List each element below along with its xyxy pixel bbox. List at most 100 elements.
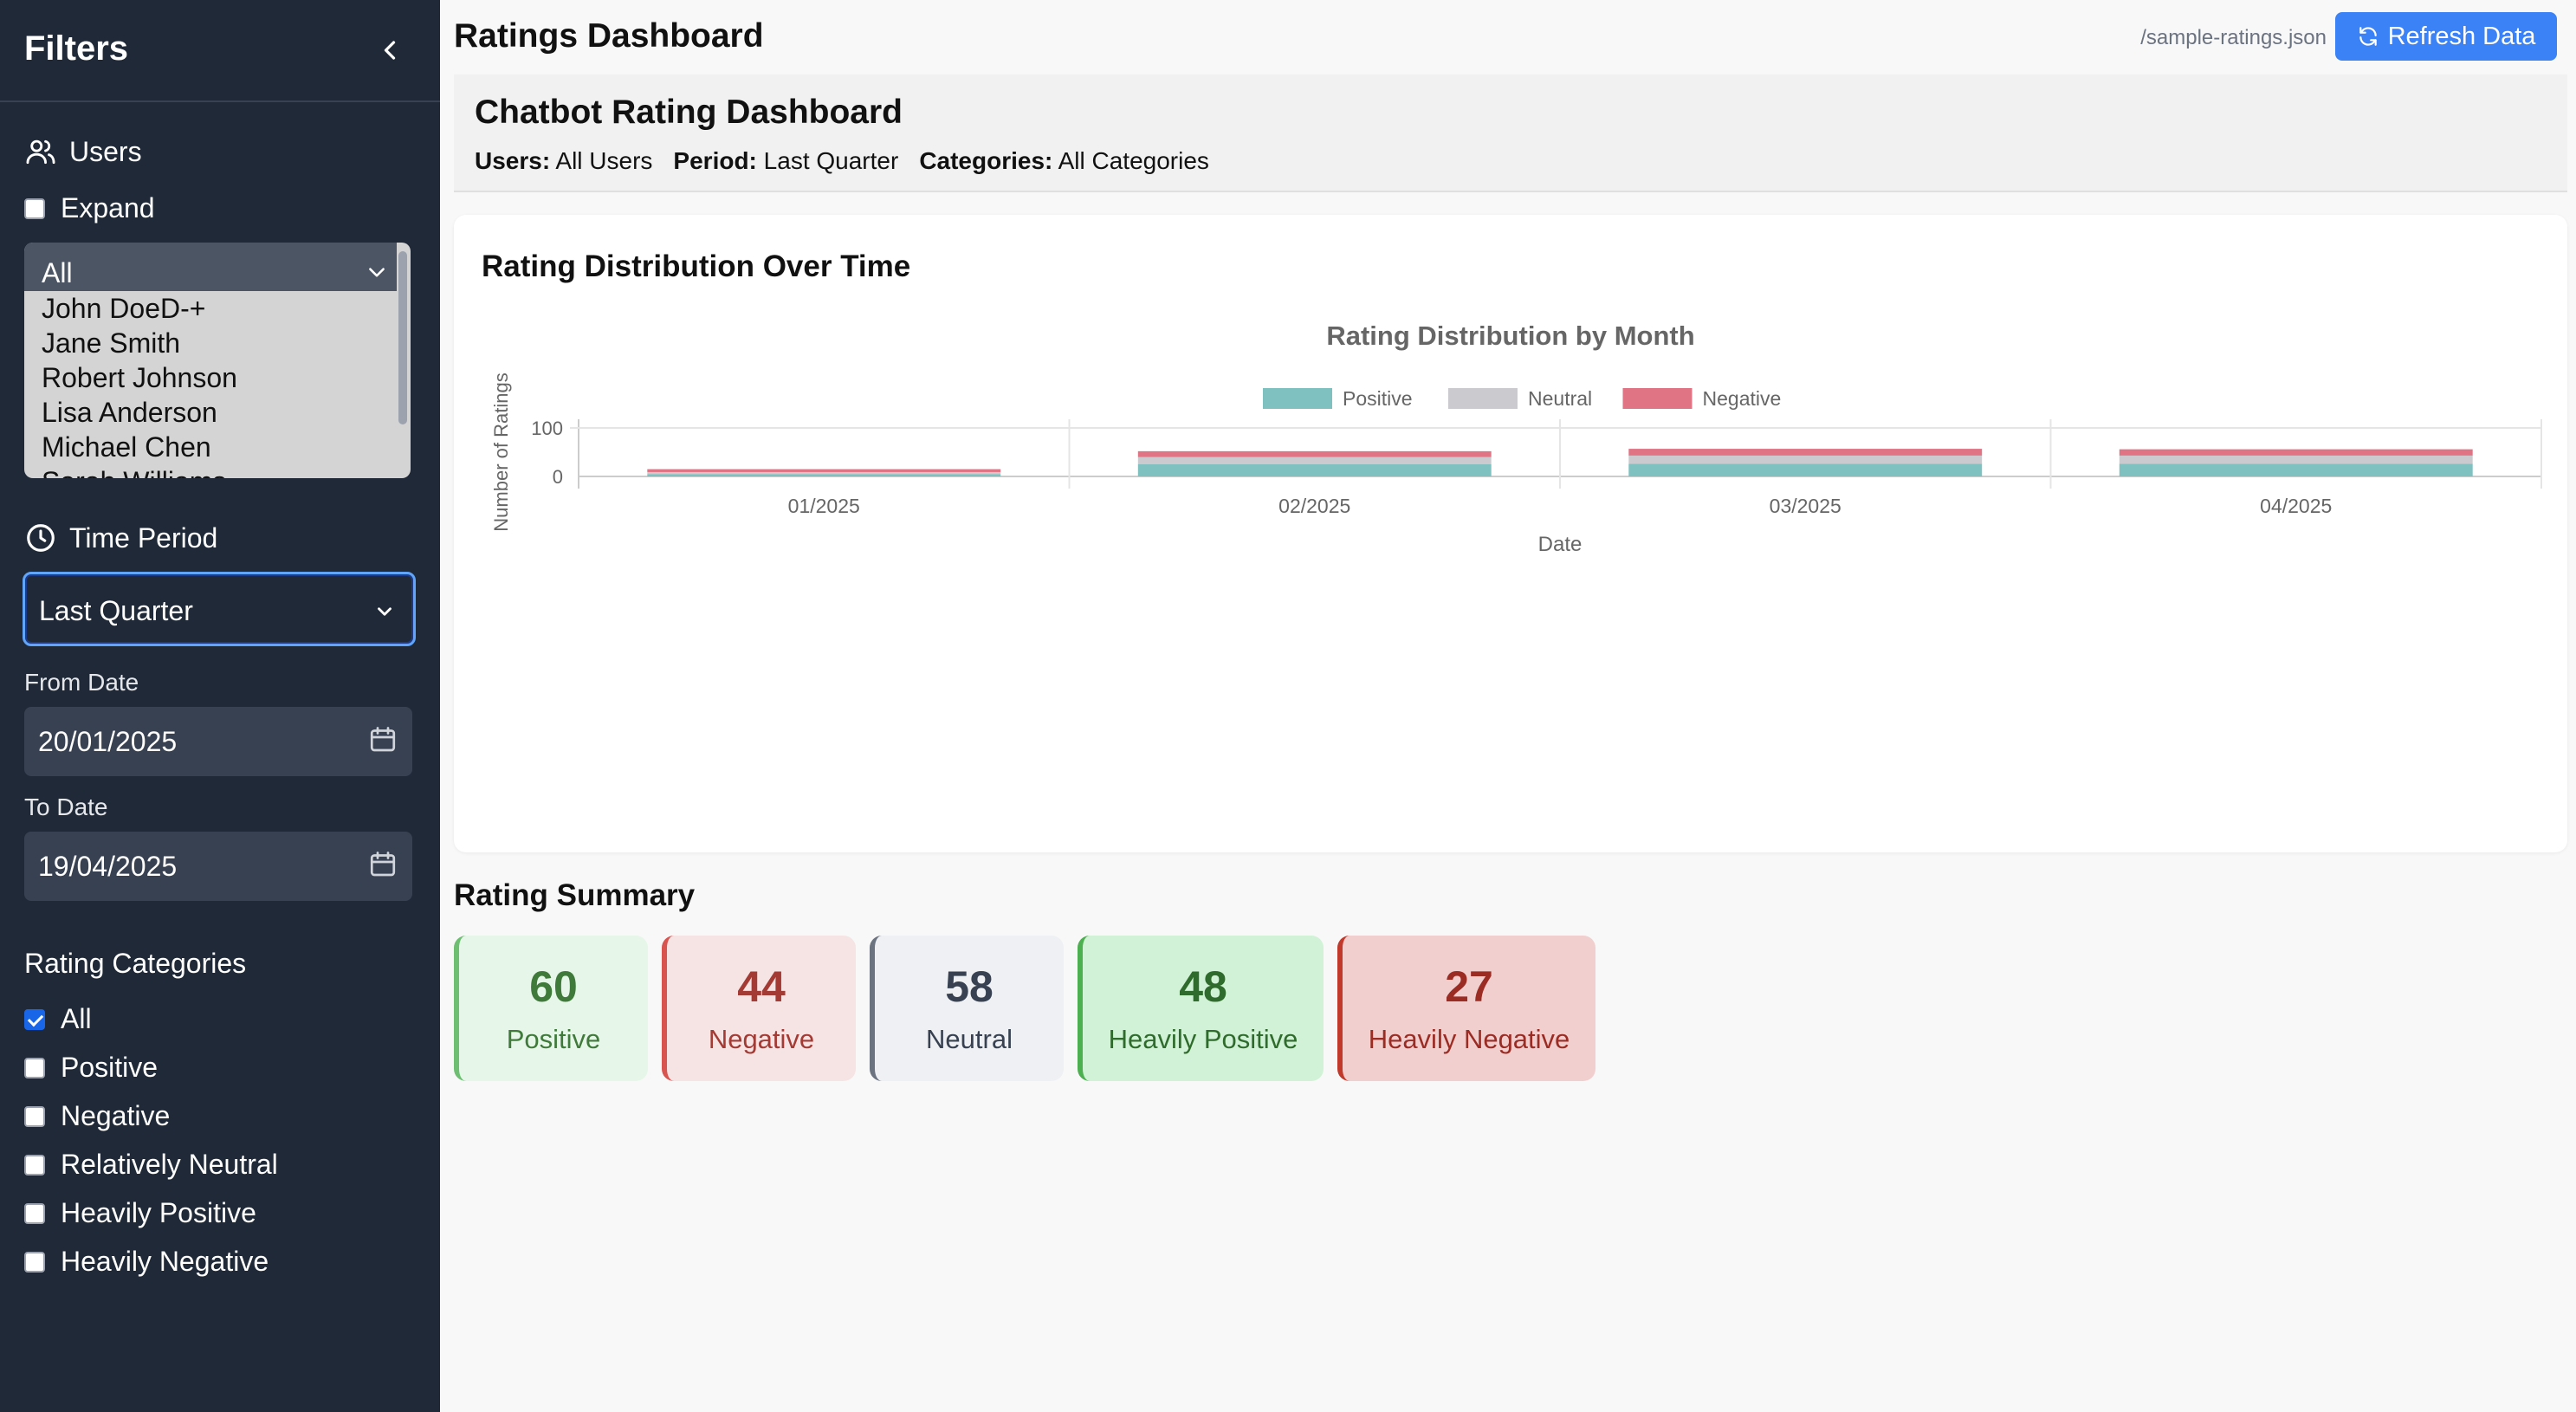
expand-label: Expand bbox=[61, 192, 155, 223]
bar-segment bbox=[2119, 463, 2473, 476]
refresh-label: Refresh Data bbox=[2387, 22, 2536, 50]
category-negative-checkbox[interactable] bbox=[24, 1105, 45, 1127]
x-axis-label: Date bbox=[1538, 533, 1582, 556]
category-label: Negative bbox=[61, 1100, 171, 1131]
users-option[interactable]: Lisa Anderson bbox=[42, 395, 397, 430]
refresh-data-button[interactable]: Refresh Data bbox=[2335, 12, 2557, 61]
bar-segment bbox=[2119, 455, 2473, 464]
calendar-icon[interactable] bbox=[367, 849, 398, 880]
summary-label: Heavily Positive bbox=[1108, 1024, 1298, 1054]
bar-segment bbox=[1628, 449, 1983, 456]
legend-label: Positive bbox=[1343, 387, 1413, 410]
x-tick-label: 03/2025 bbox=[1770, 495, 1841, 517]
from-date-label: From Date bbox=[24, 669, 139, 696]
chart-title: Rating Distribution by Month bbox=[1326, 321, 1694, 351]
category-label: Heavily Positive bbox=[61, 1197, 256, 1228]
users-option-all[interactable]: All bbox=[24, 243, 397, 291]
users-option[interactable]: Michael Chen bbox=[42, 430, 397, 464]
users-filter-summary: Users: All Users bbox=[475, 147, 653, 174]
from-date-value: 20/01/2025 bbox=[38, 726, 178, 757]
summary-label: Positive bbox=[506, 1024, 601, 1054]
y-axis-label: Number of Ratings bbox=[490, 372, 512, 531]
legend-label: Neutral bbox=[1528, 387, 1592, 410]
chevron-left-icon[interactable] bbox=[374, 35, 405, 66]
users-label-text: Users bbox=[69, 135, 142, 167]
summary-label: Heavily Negative bbox=[1368, 1024, 1570, 1054]
categories-filter-summary: Categories: All Categories bbox=[919, 147, 1209, 174]
period-filter-summary: Period: Last Quarter bbox=[673, 147, 899, 174]
y-tick-label: 100 bbox=[531, 418, 563, 439]
x-tick-label: 02/2025 bbox=[1278, 495, 1350, 517]
chart-card: Rating Distribution Over Time Rating Dis… bbox=[454, 215, 2567, 852]
time-period-selected: Last Quarter bbox=[39, 595, 193, 626]
users-option[interactable]: John DoeD-+ bbox=[42, 291, 397, 326]
category-positive-row[interactable]: Positive bbox=[24, 1052, 158, 1084]
category-heavily-negative-row[interactable]: Heavily Negative bbox=[24, 1246, 269, 1278]
bar-segment bbox=[647, 471, 1001, 475]
time-period-label: Time Period bbox=[24, 521, 217, 554]
listbox-scrollbar[interactable] bbox=[398, 251, 407, 424]
active-filters-line: Users: All Users Period: Last Quarter Ca… bbox=[475, 147, 1209, 175]
refresh-icon bbox=[2359, 27, 2377, 46]
legend-label: Negative bbox=[1703, 387, 1782, 410]
summary-count: 60 bbox=[529, 962, 578, 1011]
expand-checkbox[interactable] bbox=[24, 198, 45, 219]
summary-card-positive: 60 Positive bbox=[454, 936, 648, 1081]
to-date-value: 19/04/2025 bbox=[38, 851, 178, 882]
legend-swatch bbox=[1263, 388, 1332, 409]
to-date-input[interactable]: 19/04/2025 bbox=[24, 832, 412, 901]
category-positive-checkbox[interactable] bbox=[24, 1057, 45, 1078]
page-title: Ratings Dashboard bbox=[454, 17, 764, 55]
x-tick-label: 04/2025 bbox=[2260, 495, 2332, 517]
category-all-checkbox[interactable] bbox=[24, 1008, 45, 1030]
rating-distribution-chart: Rating Distribution by Month Positive Neut… bbox=[490, 321, 2542, 556]
legend-swatch bbox=[1448, 388, 1518, 409]
category-negative-row[interactable]: Negative bbox=[24, 1100, 170, 1132]
bar-segment bbox=[1628, 463, 1983, 476]
users-icon bbox=[26, 139, 55, 165]
bar-segment bbox=[1137, 464, 1492, 476]
category-heavily-positive-checkbox[interactable] bbox=[24, 1202, 45, 1224]
category-all-row[interactable]: All bbox=[24, 1003, 92, 1035]
summary-count: 58 bbox=[945, 962, 994, 1011]
bar-segment bbox=[2119, 449, 2473, 456]
chevron-down-icon bbox=[369, 268, 385, 277]
summary-label: Neutral bbox=[926, 1024, 1013, 1054]
summary-card-heavily-negative: 27 Heavily Negative bbox=[1337, 936, 1595, 1081]
from-date-input[interactable]: 20/01/2025 bbox=[24, 707, 412, 776]
users-option[interactable]: Robert Johnson bbox=[42, 360, 397, 395]
rating-summary-title: Rating Summary bbox=[454, 878, 696, 912]
expand-checkbox-row[interactable]: Expand bbox=[24, 192, 155, 224]
dashboard-title: Chatbot Rating Dashboard bbox=[475, 94, 903, 131]
legend-swatch bbox=[1622, 388, 1693, 409]
top-bar: Ratings Dashboard /sample-ratings.json R… bbox=[440, 0, 2576, 74]
summary-count: 27 bbox=[1445, 962, 1493, 1011]
category-heavily-positive-row[interactable]: Heavily Positive bbox=[24, 1197, 256, 1229]
sidebar-header: Filters bbox=[0, 0, 440, 102]
users-listbox[interactable]: All John DoeD-+ Jane Smith Robert Johnso… bbox=[24, 243, 411, 478]
chevron-down-icon bbox=[378, 607, 392, 616]
time-period-select[interactable]: Last Quarter bbox=[23, 572, 416, 646]
users-options-list: John DoeD-+ Jane Smith Robert Johnson Li… bbox=[42, 291, 397, 478]
category-heavily-negative-checkbox[interactable] bbox=[24, 1251, 45, 1273]
summary-count: 44 bbox=[737, 962, 786, 1011]
y-tick-label: 0 bbox=[553, 466, 563, 488]
clock-icon bbox=[27, 524, 55, 552]
to-date-label: To Date bbox=[24, 793, 108, 820]
users-option[interactable]: Sarah Williams bbox=[42, 464, 397, 478]
bar-segment bbox=[647, 474, 1001, 476]
time-period-label-text: Time Period bbox=[69, 521, 218, 554]
dashboard-info-panel: Chatbot Rating Dashboard Users: All User… bbox=[454, 74, 2567, 192]
rating-categories-label: Rating Categories bbox=[24, 948, 247, 979]
summary-card-heavily-positive: 48 Heavily Positive bbox=[1078, 936, 1324, 1081]
category-label: Positive bbox=[61, 1052, 159, 1083]
category-relatively-neutral-checkbox[interactable] bbox=[24, 1154, 45, 1176]
calendar-icon[interactable] bbox=[367, 724, 398, 755]
sidebar-title: Filters bbox=[24, 29, 129, 68]
summary-count: 48 bbox=[1179, 962, 1227, 1011]
users-option[interactable]: Jane Smith bbox=[42, 326, 397, 360]
summary-card-negative: 44 Negative bbox=[662, 936, 856, 1081]
category-relatively-neutral-row[interactable]: Relatively Neutral bbox=[24, 1149, 278, 1181]
summary-card-neutral: 58 Neutral bbox=[870, 936, 1064, 1081]
bar-segment bbox=[1628, 455, 1983, 464]
